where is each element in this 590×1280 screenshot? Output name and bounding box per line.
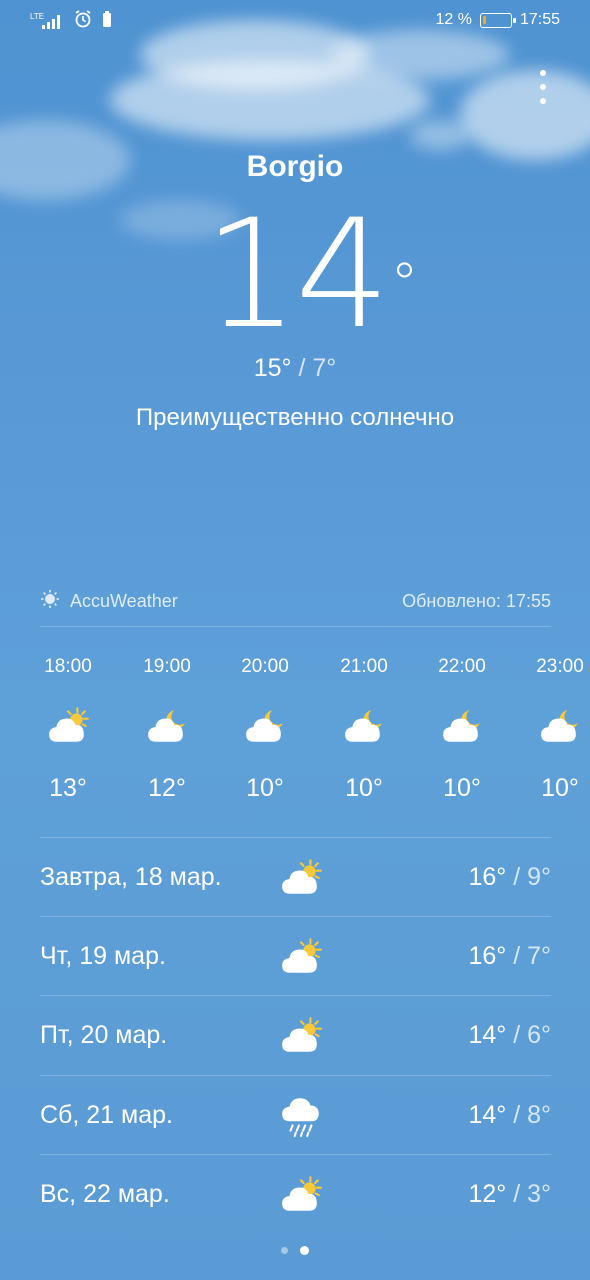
daily-row[interactable]: Вс, 22 мар. 12° / 3° — [40, 1155, 551, 1234]
daily-row[interactable]: Завтра, 18 мар. 16° / 9° — [40, 838, 551, 917]
day-date: Вс, 22 мар. — [40, 1180, 170, 1208]
day-high: 16° — [468, 863, 507, 891]
separator: / — [506, 942, 528, 970]
page-dot[interactable] — [281, 1247, 288, 1254]
high-temperature: 15° — [253, 354, 292, 382]
partly-cloudy-night-icon — [315, 706, 413, 766]
partly-sunny-icon — [276, 858, 326, 898]
weather-condition: Преимущественно солнечно — [135, 404, 455, 431]
rain-icon — [276, 1094, 326, 1138]
partly-sunny-icon — [276, 937, 326, 977]
clock: 17:55 — [519, 11, 560, 28]
partly-sunny-icon — [19, 706, 117, 766]
hourly-item: 20:00 10° — [216, 650, 314, 803]
hour-time: 23:00 — [536, 656, 584, 677]
hour-time: 18:00 — [44, 656, 92, 677]
day-high: 14° — [468, 1101, 507, 1129]
alarm-icon — [74, 10, 92, 33]
battery-icon — [479, 12, 516, 28]
daily-row[interactable]: Пт, 20 мар. 14° / 6° — [40, 996, 551, 1075]
partly-sunny-icon — [276, 1016, 326, 1056]
hour-temperature: 10° — [541, 774, 579, 802]
day-low: 3° — [527, 1180, 551, 1208]
hour-time: 20:00 — [241, 656, 289, 677]
daily-row[interactable]: Чт, 19 мар. 16° / 7° — [40, 917, 551, 996]
day-date: Завтра, 18 мар. — [40, 863, 222, 891]
hour-time: 22:00 — [438, 656, 486, 677]
day-high: 16° — [468, 942, 507, 970]
hourly-item: 21:00 10° — [315, 650, 413, 803]
more-options-button[interactable] — [536, 70, 550, 104]
partly-cloudy-night-icon — [216, 706, 314, 766]
day-low: 7° — [527, 942, 551, 970]
accuweather-logo-icon — [40, 589, 60, 614]
partly-cloudy-night-icon — [118, 706, 216, 766]
day-date: Сб, 21 мар. — [40, 1101, 173, 1129]
separator: / — [506, 1101, 528, 1129]
hour-temperature: 10° — [246, 774, 284, 802]
day-date: Пт, 20 мар. — [40, 1021, 168, 1049]
hourly-item: 19:00 12° — [118, 650, 216, 803]
battery-saver-icon — [102, 10, 112, 33]
battery-percent: 12 % — [435, 11, 472, 28]
low-temperature: 7° — [312, 354, 337, 382]
separator: / — [291, 354, 313, 382]
hour-time: 21:00 — [340, 656, 388, 677]
partly-cloudy-night-icon — [413, 706, 511, 766]
source-row: AccuWeather Обновлено: 17:55 — [40, 588, 551, 614]
partly-cloudy-night-icon — [511, 706, 590, 766]
daily-row[interactable]: Сб, 21 мар. 14° / 8° — [40, 1076, 551, 1155]
day-low: 8° — [527, 1101, 551, 1129]
hourly-item: 23:00 10° — [511, 650, 590, 803]
hour-temperature: 12° — [148, 774, 186, 802]
day-low: 6° — [527, 1021, 551, 1049]
current-temperature-value: 14 — [203, 188, 391, 362]
day-date: Чт, 19 мар. — [40, 942, 166, 970]
day-low: 9° — [527, 863, 551, 891]
provider-name[interactable]: AccuWeather — [70, 591, 178, 612]
degree-symbol: ° — [390, 252, 418, 317]
hourly-item: 22:00 10° — [413, 650, 511, 803]
network-type: LTE — [30, 11, 45, 21]
hour-temperature: 10° — [345, 774, 383, 802]
divider — [40, 626, 551, 627]
hourly-item: 18:00 13° — [19, 650, 117, 803]
updated-time: Обновлено: 17:55 — [402, 590, 551, 611]
separator: / — [506, 1021, 528, 1049]
hour-temperature: 13° — [49, 774, 87, 802]
hourly-forecast[interactable]: 18:00 13° 19:00 12° 20:00 10° 21:00 10° — [0, 650, 590, 820]
partly-sunny-icon — [276, 1175, 326, 1215]
day-high: 12° — [468, 1180, 507, 1208]
city-name[interactable]: Borgio — [0, 150, 590, 184]
separator: / — [506, 1180, 528, 1208]
hour-temperature: 10° — [443, 774, 481, 802]
status-bar: LTE 12 % 17:55 — [0, 0, 590, 40]
day-high: 14° — [468, 1021, 507, 1049]
page-dot-active[interactable] — [300, 1246, 309, 1255]
high-low-temperature: 15° / 7° — [0, 354, 590, 383]
signal-icon: LTE — [30, 11, 64, 30]
page-indicator[interactable] — [0, 1246, 590, 1255]
separator: / — [506, 863, 528, 891]
current-temperature: 14 ° — [0, 200, 590, 350]
hour-time: 19:00 — [143, 656, 191, 677]
